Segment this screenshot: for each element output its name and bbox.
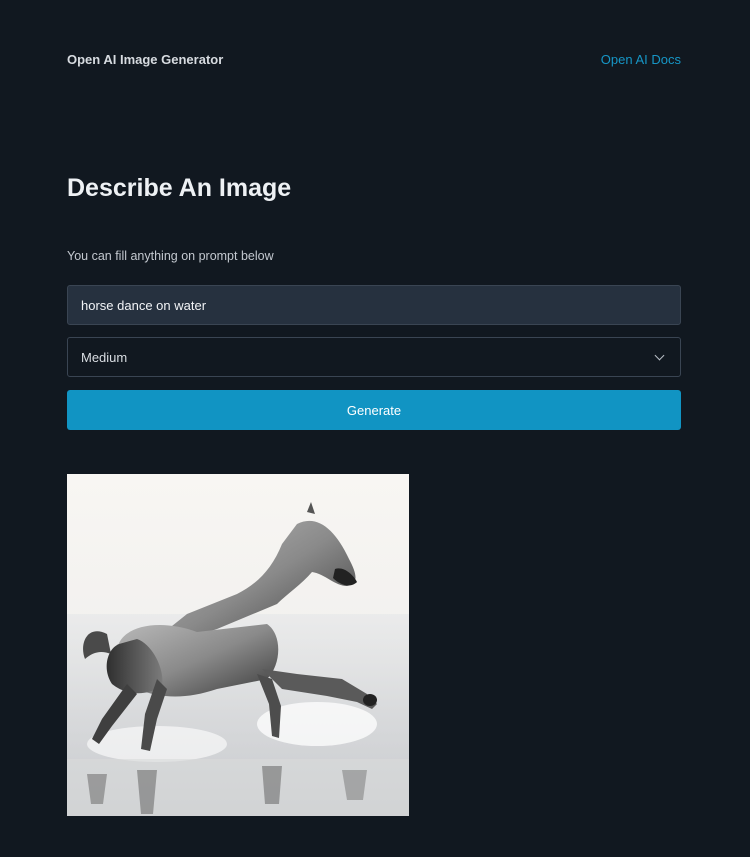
prompt-input[interactable] xyxy=(67,285,681,325)
generate-button[interactable]: Generate xyxy=(67,390,681,430)
header: Open AI Image Generator Open AI Docs xyxy=(67,52,681,67)
app-brand: Open AI Image Generator xyxy=(67,52,224,67)
chevron-down-icon xyxy=(654,350,665,360)
docs-link[interactable]: Open AI Docs xyxy=(601,52,681,67)
size-select-value: Medium xyxy=(81,349,128,365)
size-select[interactable]: Medium xyxy=(67,337,681,377)
page-title: Describe An Image xyxy=(67,174,292,202)
prompt-hint: You can fill anything on prompt below xyxy=(67,249,274,263)
generated-image xyxy=(67,474,409,816)
